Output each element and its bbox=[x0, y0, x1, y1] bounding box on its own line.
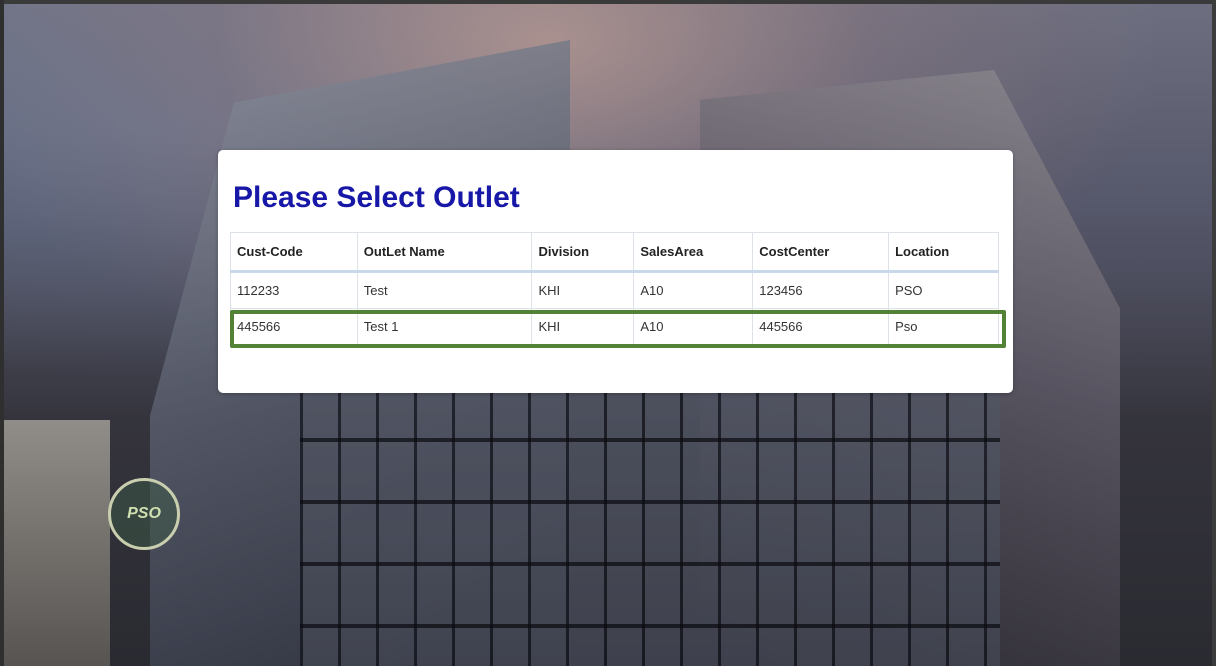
right-border bbox=[1212, 0, 1216, 666]
table-row[interactable]: 445566 Test 1 KHI A10 445566 Pso bbox=[230, 308, 999, 345]
cell-outlet-name[interactable]: Test bbox=[356, 271, 533, 309]
left-border bbox=[0, 0, 4, 666]
cell-location[interactable]: PSO bbox=[888, 271, 999, 309]
header-outlet-name[interactable]: OutLet Name bbox=[356, 232, 533, 273]
cell-sales-area[interactable]: A10 bbox=[633, 308, 754, 345]
table-row[interactable]: 112233 Test KHI A10 123456 PSO bbox=[230, 271, 999, 309]
page: PSO Please Select Outlet Cust-Code OutLe… bbox=[0, 0, 1216, 666]
outlet-selection-card: Please Select Outlet Cust-Code OutLet Na… bbox=[218, 150, 1013, 393]
header-location[interactable]: Location bbox=[888, 232, 999, 273]
cell-division[interactable]: KHI bbox=[531, 308, 635, 345]
background-glass-rows bbox=[300, 380, 1000, 666]
header-sales-area[interactable]: SalesArea bbox=[633, 232, 754, 273]
top-border bbox=[0, 0, 1216, 4]
outlet-table: Cust-Code OutLet Name Division SalesArea… bbox=[230, 232, 999, 345]
page-title: Please Select Outlet bbox=[233, 181, 520, 214]
cell-outlet-name[interactable]: Test 1 bbox=[356, 308, 533, 345]
header-division[interactable]: Division bbox=[531, 232, 635, 273]
cell-cost-center[interactable]: 445566 bbox=[752, 308, 890, 345]
cell-cust-code[interactable]: 112233 bbox=[230, 271, 358, 309]
table-header-row: Cust-Code OutLet Name Division SalesArea… bbox=[230, 232, 999, 273]
header-cust-code[interactable]: Cust-Code bbox=[230, 232, 358, 273]
header-cost-center[interactable]: CostCenter bbox=[752, 232, 890, 273]
cell-sales-area[interactable]: A10 bbox=[633, 271, 754, 309]
cell-division[interactable]: KHI bbox=[531, 271, 635, 309]
cell-location[interactable]: Pso bbox=[888, 308, 999, 345]
background-left-buildings bbox=[0, 420, 110, 666]
cell-cust-code[interactable]: 445566 bbox=[230, 308, 358, 345]
cell-cost-center[interactable]: 123456 bbox=[752, 271, 890, 309]
